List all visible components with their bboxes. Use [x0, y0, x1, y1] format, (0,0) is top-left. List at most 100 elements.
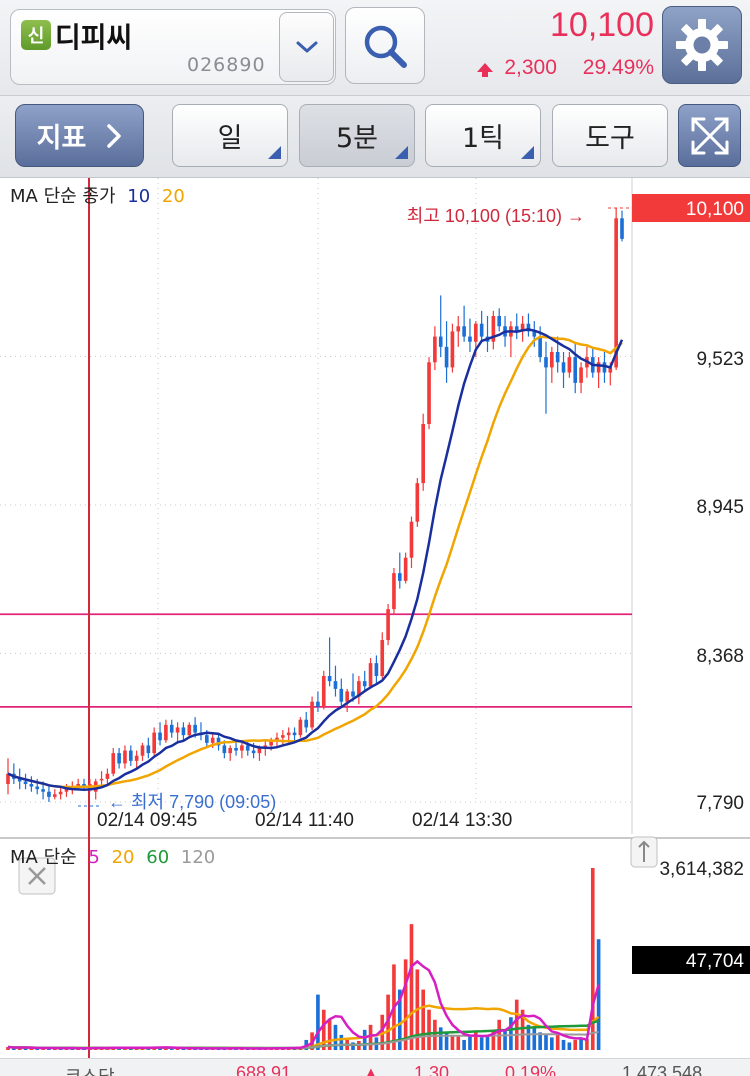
price-legend-prefix: MA 단순 종가	[10, 186, 116, 207]
stock-code: 026890	[187, 54, 266, 76]
stock-selector[interactable]: 신 디피씨 026890	[10, 9, 336, 85]
candle-body	[351, 691, 355, 697]
ma10-line	[7, 328, 624, 791]
high-annotation: 최고 10,100 (15:10) →	[407, 206, 585, 226]
volume-bar	[596, 939, 601, 1050]
volume-legend: MA 단순 5 20 60 120	[10, 843, 221, 869]
volume-bar	[544, 1034, 548, 1050]
candle-body	[462, 326, 466, 337]
candle-body	[620, 218, 624, 239]
candle-body	[123, 750, 127, 764]
candle-body	[117, 753, 121, 764]
period-5min-button[interactable]: 5분	[299, 104, 415, 167]
volume-bar	[450, 1034, 455, 1050]
candle-body	[140, 745, 145, 756]
candle-body	[427, 362, 431, 424]
candle-body	[579, 367, 583, 383]
y-axis-label: 8,945	[696, 497, 744, 518]
volume-bar	[456, 1035, 461, 1050]
candle-body	[555, 352, 560, 363]
candle-body	[210, 737, 215, 743]
ma20-line	[7, 335, 623, 789]
candle-body	[386, 609, 390, 640]
tools-label: 도구	[585, 123, 635, 154]
candle-body	[321, 676, 326, 707]
volume-bar	[316, 994, 320, 1050]
candle-body	[403, 557, 408, 581]
candle-body	[614, 218, 618, 368]
volume-bar	[427, 1009, 431, 1050]
volume-bar	[509, 1017, 513, 1050]
header: 신 디피씨 026890 10,100 2,300 29.49%	[0, 0, 750, 96]
candle-body	[596, 362, 601, 373]
tools-button[interactable]: 도구	[552, 104, 668, 167]
volume-bar	[532, 1027, 537, 1050]
volume-legend-ma120: 120	[180, 847, 216, 868]
search-icon	[364, 25, 407, 68]
up-arrow-icon	[476, 63, 493, 77]
candle-body	[222, 745, 227, 754]
market-index-strip[interactable]: 코스닥 688.91 ▲ 1.30 0.19% 1,473,548	[0, 1058, 750, 1076]
period-1tick-button[interactable]: 1틱	[425, 104, 541, 167]
search-button[interactable]	[345, 7, 425, 84]
index-pct: 0.19%	[505, 1063, 557, 1076]
candle-body	[392, 573, 396, 610]
y-axis-label: 8,368	[696, 646, 744, 667]
current-price-tag: 10,100	[686, 199, 744, 220]
dropdown-corner-icon	[268, 146, 281, 159]
candle-body	[310, 701, 314, 728]
volume-legend-ma60: 60	[146, 847, 170, 868]
candle-body	[468, 336, 472, 342]
dropdown-corner-icon	[395, 146, 408, 159]
settings-button[interactable]	[662, 6, 742, 84]
volume-legend-ma5: 5	[88, 847, 100, 868]
candle-body	[41, 789, 45, 792]
candle-body	[175, 727, 180, 733]
candle-body	[421, 424, 425, 484]
price-change-pct: 29.49%	[582, 56, 654, 79]
candle-body	[397, 573, 402, 581]
current-price: 10,100	[550, 6, 654, 44]
y-axis-label: 9,523	[696, 349, 744, 370]
period-1tick-label: 1틱	[461, 123, 505, 154]
stock-dropdown-button[interactable]	[279, 12, 334, 82]
volume-bar	[479, 1037, 484, 1050]
indicator-button[interactable]: 지표	[15, 104, 144, 167]
volume-bar	[438, 1027, 443, 1050]
price-change: 2,300	[504, 56, 557, 79]
index-value: 688.91	[236, 1063, 292, 1076]
indicator-label: 지표	[36, 123, 87, 154]
dropdown-corner-icon	[521, 146, 534, 159]
candle-body	[228, 748, 233, 754]
x-axis-label: 02/14 09:45	[97, 810, 197, 831]
candle-body	[23, 781, 28, 784]
volume-bar	[468, 1034, 472, 1050]
index-volume: 1,473,548	[622, 1063, 703, 1076]
candle-body	[544, 357, 548, 368]
index-change: 1.30	[414, 1063, 450, 1076]
price-grid	[0, 178, 632, 803]
candle-body	[105, 773, 110, 779]
volume-series	[6, 868, 601, 1050]
y-axis-label: 7,790	[696, 793, 744, 814]
pane-resize-handle[interactable]	[630, 836, 658, 868]
candle-body	[245, 745, 250, 751]
price-change-row: 2,300 29.49%	[476, 56, 654, 80]
period-day-label: 일	[217, 123, 243, 154]
chevron-right-icon	[107, 123, 122, 148]
candle-body	[450, 331, 455, 368]
guide-lines	[0, 613, 632, 708]
price-legend: MA 단순 종가 10 20	[10, 182, 191, 208]
candle-body	[193, 724, 197, 733]
candle-body	[35, 786, 40, 790]
period-day-button[interactable]: 일	[172, 104, 288, 167]
candle-body	[497, 316, 502, 327]
volume-bar	[362, 1029, 367, 1050]
volume-bar	[514, 999, 519, 1050]
candle-body	[550, 352, 554, 368]
fullscreen-button[interactable]	[678, 104, 741, 167]
candle-body	[47, 791, 51, 797]
stock-chart[interactable]: 최고 10,100 (15:10) → ← 최저 7,790 (09:05) 1…	[0, 178, 750, 1058]
candle-body	[286, 732, 291, 736]
candle-body	[52, 794, 57, 797]
